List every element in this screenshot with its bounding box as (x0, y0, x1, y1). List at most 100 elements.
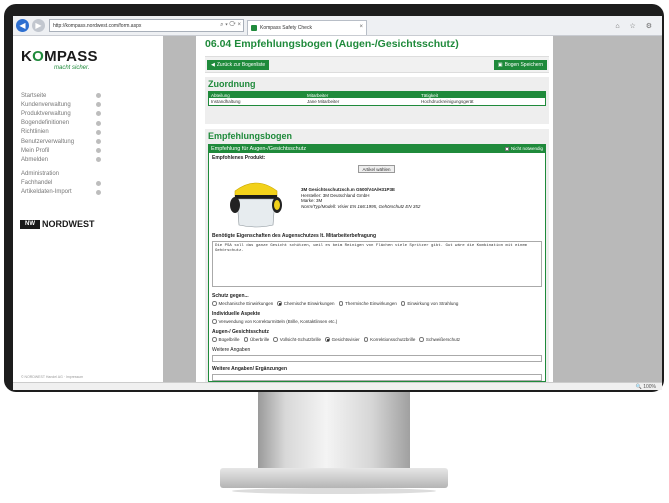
nordwest-mark: NW (20, 219, 40, 229)
col-taetigkeit: Tätigkeit (421, 92, 439, 98)
radio-ueberbrille[interactable] (243, 337, 249, 342)
back-to-list-button[interactable]: ◀ Zurück zur Bogenliste (207, 60, 270, 70)
radio-schweisser[interactable] (419, 337, 424, 342)
monitor-stand (258, 392, 410, 470)
radio-korrektion[interactable] (363, 337, 369, 342)
sidebar-item-produkte[interactable]: Produktverwaltung (21, 109, 101, 118)
recommendation-box: Empfohlenes Produkt: Artikel wählen 3M G… (208, 153, 546, 382)
save-icon: ▣ (497, 62, 503, 68)
type-label: Augen-/ Gesichtsschutz (212, 329, 269, 335)
more-label: Weitere Angaben (212, 347, 251, 353)
sidebar-item-fachhandel[interactable]: Fachhandel (21, 179, 101, 188)
empfehlung-section: Empfehlungsbogen Empfehlung für Augen-/G… (205, 129, 549, 382)
zoom-level[interactable]: 🔍 100% (636, 384, 656, 390)
tab-title: Kompass Safety Check (260, 25, 312, 31)
col-mitarbeiter: Mitarbeiter (307, 92, 329, 98)
zuordnung-section: Zuordnung Abteilung Mitarbeiter Tätigkei… (205, 77, 549, 124)
protect-options: Mechanische Einwirkungen Chemische Einwi… (212, 301, 458, 306)
radio-buegelbrille[interactable] (212, 337, 217, 342)
nav-dot-icon (96, 129, 101, 135)
logo-tagline: macht sicher. (54, 65, 90, 71)
individual-options: Verwendung von Korrekturmitteln (Brille,… (212, 319, 337, 324)
sidebar-item-startseite[interactable]: Startseite (21, 91, 101, 100)
kompass-logo[interactable]: KOMPASS (21, 48, 98, 65)
radio-correction[interactable] (212, 319, 217, 324)
radio-vollsicht[interactable] (273, 337, 278, 342)
left-gutter (163, 36, 196, 382)
properties-label: Benötigte Eigenschaften des Augenschutze… (212, 233, 377, 239)
sidebar-item-import[interactable]: Artikeldaten-Import (21, 188, 101, 197)
address-icons: ⌕ ▾ ⟳ × (220, 22, 241, 28)
not-needed-checkbox[interactable]: Nicht notwendig (504, 146, 543, 151)
right-gutter (553, 36, 662, 382)
properties-textarea[interactable]: Die PSA soll das ganze Gesicht schützen,… (212, 241, 542, 287)
cell-abteilung: Instandhaltung (211, 99, 241, 104)
main-content: 06.04 Empfehlungsbogen (Augen-/Gesichtss… (196, 36, 553, 382)
tab-favicon-icon (251, 25, 257, 31)
face-shield-product-image (230, 182, 282, 228)
nav-dot-icon (96, 111, 101, 117)
save-button[interactable]: ▣ Bogen Speichern (493, 60, 547, 70)
zuordnung-heading: Zuordnung (208, 79, 256, 89)
tab-close-icon[interactable]: × (359, 24, 363, 30)
radio-chemical[interactable] (277, 301, 282, 306)
sidebar-nav: Startseite Kundenverwaltung Produktverwa… (21, 91, 101, 197)
table-row[interactable]: Instandhaltung Jane Mitarbeiter Hochdruc… (209, 98, 545, 105)
more-input[interactable] (212, 355, 542, 362)
address-url: http://kompass.nordwest.com/form.aspx (53, 22, 142, 29)
sidebar-item-abmelden[interactable]: Abmelden (21, 155, 101, 164)
back-icon: ◀ (211, 62, 215, 68)
page: KOMPASS macht sicher. Startseite Kundenv… (13, 36, 662, 382)
product-norm: Norm/Typ/Modell: Visier EN 166:1995, Geh… (301, 203, 421, 209)
cell-taetigkeit: Hochdruckreinigungsgerät (421, 99, 474, 104)
individual-label: Individuelle Aspekte (212, 311, 261, 317)
table-header: Abteilung Mitarbeiter Tätigkeit (209, 92, 545, 98)
nav-dot-icon (96, 139, 101, 145)
nav-dot-icon (96, 157, 101, 163)
col-abteilung: Abteilung (211, 92, 230, 98)
copyright: © NORDWEST Handel AG · Impressum (21, 375, 84, 379)
choose-article-button[interactable]: Artikel wählen (358, 165, 395, 173)
nav-dot-icon (96, 180, 101, 186)
nav-dot-icon (96, 93, 101, 99)
protect-label: Schutz gegen... (212, 293, 249, 299)
stage: ◀ ▶ http://kompass.nordwest.com/form.asp… (0, 0, 669, 503)
nav-dot-icon (96, 120, 101, 126)
monitor-shadow (232, 488, 436, 494)
product-label: Empfohlenes Produkt: (212, 155, 266, 161)
browser-tab[interactable]: Kompass Safety Check × (247, 20, 367, 35)
sidebar-item-kunden[interactable]: Kundenverwaltung (21, 100, 101, 109)
recommendation-box-header: Empfehlung für Augen-/Gesichtsschutz Nic… (208, 144, 546, 153)
nordwest-text: NORDWEST (42, 219, 95, 229)
page-title: 06.04 Empfehlungsbogen (Augen-/Gesichtss… (205, 38, 459, 50)
radio-gesichtsvisier[interactable] (325, 337, 330, 342)
more-input-2[interactable] (212, 374, 542, 381)
back-arrow-icon[interactable]: ◀ (16, 19, 29, 32)
sidebar-item-benutzer[interactable]: Benutzerverwaltung (21, 137, 101, 146)
radio-radiation[interactable] (400, 301, 406, 306)
product-details: 3M Gesichtsschutzsch.m G500/V4A/H31P3E H… (301, 187, 420, 209)
monitor-base (220, 468, 448, 488)
nav-dot-icon (96, 189, 101, 195)
window-controls-icon[interactable]: ⌂ ☆ ⚙ (615, 22, 656, 30)
forward-arrow-icon[interactable]: ▶ (32, 19, 45, 32)
status-bar: 🔍 100% (13, 382, 662, 390)
zuordnung-table: Abteilung Mitarbeiter Tätigkeit Instandh… (208, 91, 546, 106)
form-toolbar: ◀ Zurück zur Bogenliste ▣ Bogen Speicher… (205, 56, 549, 73)
type-options: Bügelbrille Überbrille Vollsicht-Schutzb… (212, 337, 460, 342)
sidebar-item-bogen[interactable]: Bogendefinitionen (21, 119, 101, 128)
address-bar[interactable]: http://kompass.nordwest.com/form.aspx ⌕ … (49, 19, 244, 32)
nav-dot-icon (96, 148, 101, 154)
monitor-screen: ◀ ▶ http://kompass.nordwest.com/form.asp… (13, 16, 662, 390)
browser-toolbar: ◀ ▶ http://kompass.nordwest.com/form.asp… (13, 16, 662, 36)
cell-mitarbeiter: Jane Mitarbeiter (307, 99, 340, 104)
sidebar-item-administration: Administration (21, 171, 60, 178)
nordwest-logo: NW NORDWEST (20, 219, 95, 229)
radio-mechanical[interactable] (212, 301, 217, 306)
checkbox-icon[interactable] (504, 146, 509, 151)
sidebar-item-profil[interactable]: Mein Profil (21, 146, 101, 155)
radio-thermal[interactable] (338, 301, 344, 306)
empfehlung-heading: Empfehlungsbogen (208, 131, 292, 141)
sidebar-item-richtlinien[interactable]: Richtlinien (21, 128, 101, 137)
sidebar: KOMPASS macht sicher. Startseite Kundenv… (13, 36, 163, 382)
